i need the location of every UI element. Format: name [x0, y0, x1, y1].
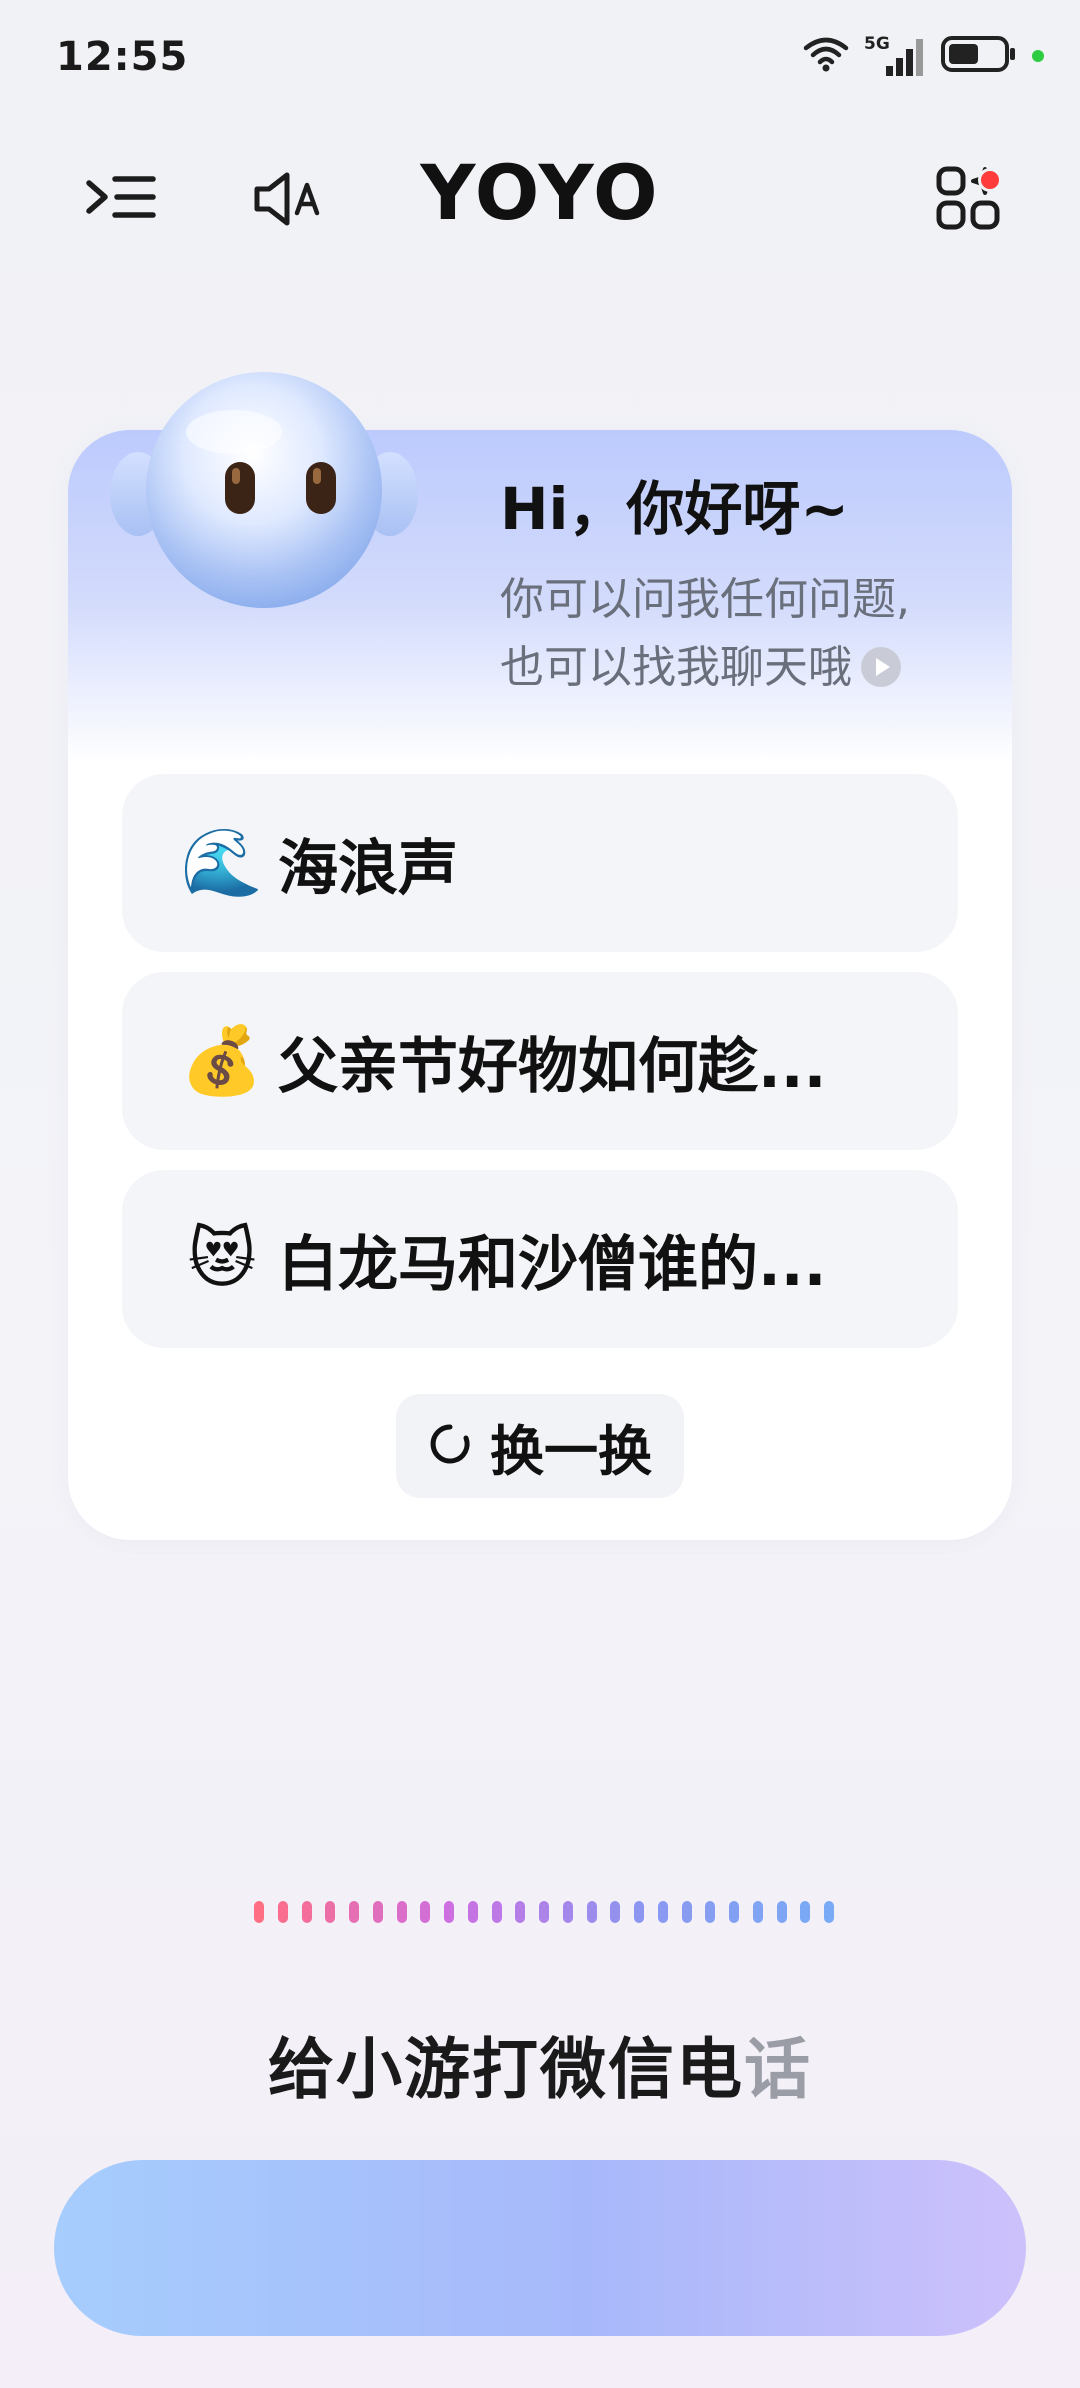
- wave-emoji-icon: 🌊: [180, 824, 264, 901]
- wave-bar: [372, 1901, 383, 1923]
- suggestion-label: 白龙马和沙僧谁的...: [278, 1229, 827, 1300]
- charging-indicator: [1032, 50, 1044, 62]
- wave-bar: [396, 1901, 407, 1923]
- status-time: 12:55: [56, 34, 189, 80]
- wave-bar: [420, 1901, 431, 1923]
- app-title: YOYO: [420, 148, 660, 237]
- wave-bar: [562, 1901, 573, 1923]
- wave-bar: [634, 1901, 644, 1923]
- voice-input-button[interactable]: [54, 2160, 1026, 2336]
- wifi-icon: [802, 34, 850, 78]
- greeting-subtitle-line1: 你可以问我任何问题,: [500, 574, 910, 625]
- wave-bar: [752, 1901, 763, 1923]
- greeting-subtitle: 你可以问我任何问题, 也可以找我聊天哦: [500, 566, 960, 702]
- wave-bar: [444, 1901, 454, 1923]
- wave-bar: [824, 1901, 834, 1923]
- heart-eyes-cat-emoji-icon: 😻: [187, 1220, 257, 1297]
- wave-bar: [705, 1901, 716, 1923]
- header: YOYO: [0, 130, 1080, 260]
- voice-wave-indicator: [254, 1898, 834, 1926]
- status-bar: 12:55 5G: [0, 0, 1080, 120]
- refresh-label: 换一换: [490, 1419, 652, 1483]
- wave-bar: [681, 1901, 692, 1923]
- wave-bar: [776, 1901, 787, 1923]
- greeting-subtitle-line2-row: 也可以找我聊天哦: [500, 634, 960, 702]
- wave-bar: [301, 1901, 312, 1923]
- wave-bar: [467, 1901, 478, 1923]
- greeting-title: Hi，你好呀~: [500, 475, 850, 543]
- battery-icon: [940, 34, 1018, 78]
- apps-button[interactable]: [924, 156, 1014, 246]
- suggestion-item-2[interactable]: 💰 父亲节好物如何趁...: [122, 972, 958, 1150]
- mascot-avatar: [94, 372, 434, 622]
- voice-hint: 给小游打微信电话: [0, 2016, 1080, 2112]
- suggestion-item-1[interactable]: 🌊 海浪声: [122, 774, 958, 952]
- wave-bar: [277, 1901, 288, 1923]
- refresh-icon: [428, 1422, 472, 1470]
- suggestion-label: 父亲节好物如何趁...: [278, 1031, 827, 1102]
- suggestion-item-3[interactable]: 😻 白龙马和沙僧谁的...: [122, 1170, 958, 1348]
- wave-bar: [539, 1901, 549, 1923]
- wave-bar: [657, 1901, 668, 1923]
- voice-hint-text: 给小游打微信电: [268, 2031, 744, 2108]
- suggestion-label: 海浪声: [278, 833, 458, 904]
- wave-bar: [729, 1901, 739, 1923]
- refresh-button[interactable]: 换一换: [396, 1394, 684, 1498]
- wave-bar: [586, 1901, 597, 1923]
- play-icon[interactable]: [860, 646, 902, 688]
- notification-dot: [978, 168, 1002, 192]
- wave-bar: [349, 1901, 359, 1923]
- greeting-subtitle-line2: 也可以找我聊天哦: [500, 642, 852, 693]
- signal-5g-icon: 5G: [864, 34, 926, 78]
- wave-bar: [325, 1901, 336, 1923]
- wave-bar: [491, 1901, 502, 1923]
- wave-bar: [254, 1901, 264, 1923]
- money-bag-emoji-icon: 💰: [180, 1022, 264, 1099]
- voice-hint-text-faded: 话: [744, 2031, 812, 2108]
- wave-bar: [610, 1901, 621, 1923]
- wave-bar: [800, 1901, 811, 1923]
- wave-bar: [515, 1901, 526, 1923]
- status-icons: 5G: [802, 34, 1044, 78]
